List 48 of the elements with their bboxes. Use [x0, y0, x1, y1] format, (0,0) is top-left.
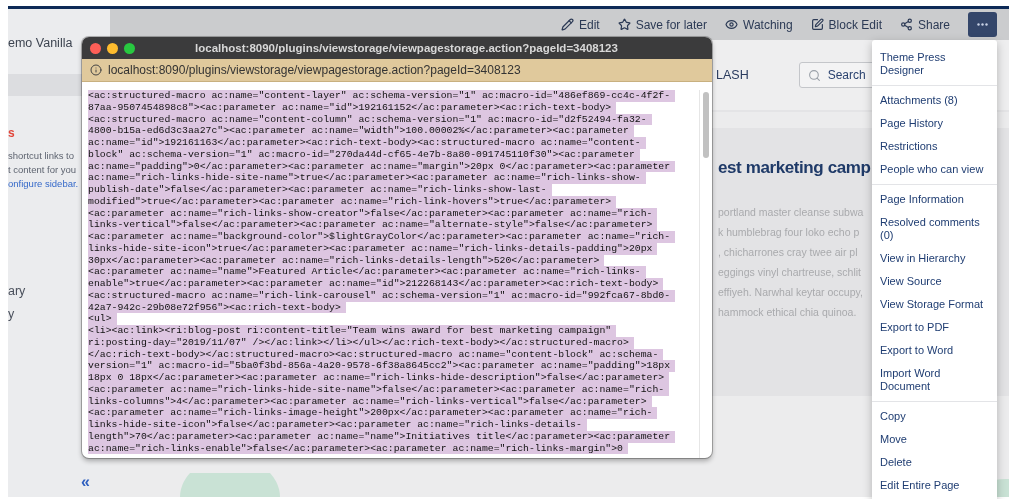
- scrollbar-thumb[interactable]: [703, 92, 709, 158]
- share-icon: [899, 18, 913, 31]
- toolbar-button[interactable]: Share: [899, 17, 950, 32]
- configure-link[interactable]: onfigure sidebar.: [8, 178, 79, 189]
- toolbar-button[interactable]: Watching: [725, 17, 793, 32]
- menu-item[interactable]: View Source: [872, 270, 997, 293]
- collapse-button[interactable]: «: [81, 473, 90, 491]
- toolbar-button[interactable]: Edit: [560, 17, 600, 32]
- sidebar-text: t content for you: [8, 164, 77, 175]
- address-text: localhost:8090/plugins/viewstorage/viewpagestorage.action?pageId=3408123: [108, 63, 521, 77]
- menu-item[interactable]: Page Information: [872, 188, 997, 211]
- menu-item[interactable]: Restrictions: [872, 135, 997, 158]
- article-text: portland master cleanse subwa: [718, 206, 864, 218]
- toolbar-button[interactable]: Block Edit: [810, 17, 882, 32]
- article-title: est marketing camp: [718, 158, 871, 178]
- nav-label[interactable]: LASH: [716, 68, 749, 82]
- menu-item[interactable]: Export to Word: [872, 339, 997, 362]
- search-icon: [807, 69, 821, 82]
- window-title: localhost:8090/plugins/viewstorage/viewpagestorage.action?pageId=3408123: [194, 42, 619, 54]
- sidebar-item[interactable]: y: [8, 307, 15, 321]
- article-text: hammock ethical chia quinoa.: [718, 306, 857, 318]
- info-icon: [90, 64, 102, 76]
- pencil-icon: [560, 18, 574, 31]
- sidebar-heading: s: [8, 126, 15, 140]
- menu-item[interactable]: Export to PDF: [872, 316, 997, 339]
- menu-item[interactable]: View Storage Format: [872, 293, 997, 316]
- menu-item[interactable]: People who can view: [872, 158, 997, 181]
- star-icon: [617, 18, 631, 31]
- edit-box-icon: [810, 18, 824, 31]
- menu-item[interactable]: Import Word Document: [872, 362, 997, 398]
- menu-item[interactable]: Attachments (8): [872, 89, 997, 112]
- menu-item[interactable]: Resolved comments (0): [872, 211, 997, 247]
- menu-item[interactable]: Page History: [872, 112, 997, 135]
- eye-icon: [725, 18, 739, 31]
- zoom-icon[interactable]: [124, 42, 135, 54]
- dots-icon: [977, 23, 988, 26]
- sidebar-text: shortcut links to: [8, 150, 74, 161]
- menu-item[interactable]: Copy: [872, 405, 997, 428]
- menu-item[interactable]: Edit Entire Page: [872, 474, 997, 497]
- menu-item[interactable]: Move: [872, 428, 997, 451]
- sidebar-item[interactable]: ary: [8, 284, 26, 298]
- toolbar-button[interactable]: Save for later: [617, 17, 708, 32]
- minimize-icon[interactable]: [107, 42, 118, 54]
- menu-item[interactable]: View in Hierarchy: [872, 247, 997, 270]
- close-icon[interactable]: [90, 42, 101, 54]
- menu-item[interactable]: Delete: [872, 451, 997, 474]
- more-button[interactable]: [968, 12, 997, 37]
- space-name: emo Vanilla: [8, 36, 73, 50]
